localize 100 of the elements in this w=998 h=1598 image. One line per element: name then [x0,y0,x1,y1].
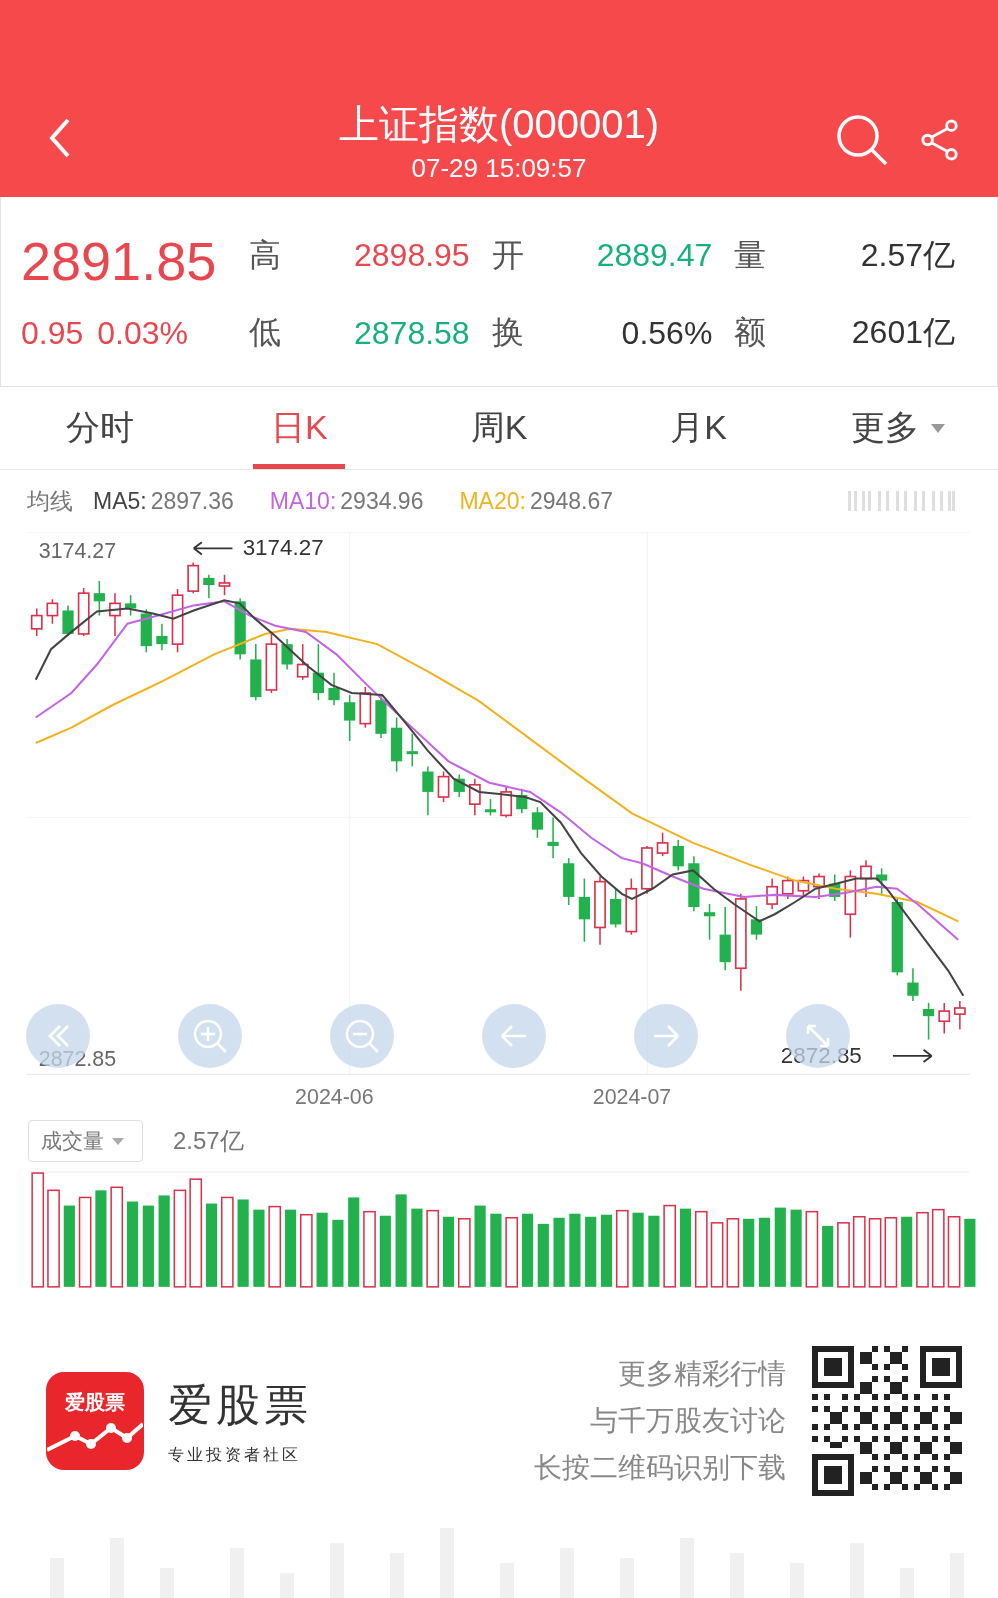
volume-bar [585,1216,597,1287]
stat-label: 量 [733,235,768,275]
app-icon-text: 爱股票 [65,1389,125,1415]
app-name: 爱股票 [168,1379,312,1431]
candlestick [422,765,434,817]
candlestick [531,806,544,839]
candlestick [688,855,700,912]
share-icon[interactable] [920,119,960,161]
candlestick [594,875,606,946]
volume-bar [726,1218,740,1288]
indicator-dropdown[interactable]: 成交量 [28,1120,143,1162]
promo-text: 更多精彩行情 [618,1357,786,1391]
candlestick [344,694,356,742]
candlestick [218,574,231,596]
stat-label: 换 [490,313,525,353]
candlestick [813,872,825,900]
date-label: 2024-06 [295,1084,374,1109]
candlestick [187,561,200,594]
stat-value: 2889.47 [595,237,714,275]
candlestick [265,633,278,694]
price-change: 0.95 [21,314,84,352]
candlestick [203,574,215,599]
candlestick [829,873,841,902]
volume-value: 2.57亿 [173,1126,244,1156]
candlestick [953,1000,966,1031]
candlestick [93,580,105,617]
candlestick [328,671,340,707]
period-tab[interactable]: 日K [199,387,400,469]
back-icon[interactable] [48,118,72,158]
candlestick [766,877,779,910]
candlestick [234,597,246,661]
date-label: 2024-07 [592,1084,672,1109]
candlestick [62,604,74,637]
promo-text: 长按二维码识别下载 [534,1451,786,1485]
candlestick [844,869,857,939]
ma-name: MA20: [459,487,526,515]
ma-value: 2897.36 [150,487,234,515]
candlestick [876,867,888,895]
right-arrow-marker [892,1048,933,1063]
candlestick [77,587,90,637]
promo-text: 与千万股友讨论 [590,1404,786,1438]
search-icon[interactable] [836,114,888,166]
candlestick [923,1002,935,1041]
volume-bar [868,1218,882,1288]
candlestick [907,967,919,1002]
candlestick [484,798,497,817]
volume-bar [537,1223,549,1287]
period-tab[interactable]: 周K [399,387,599,469]
candlestick [703,903,716,941]
candlestick [359,686,372,729]
stat-label: 低 [248,313,282,353]
candlestick [156,622,168,651]
candlestick [312,643,324,701]
candlestick [281,638,293,671]
stat-label: 开 [490,235,525,275]
stat-label: 额 [733,313,768,353]
stat-value: 2.57亿 [859,235,956,275]
candlestick [250,643,262,701]
period-tab[interactable]: 更多 [798,387,998,469]
volume-bar [822,1225,834,1287]
candlestick [797,875,810,898]
current-price: 2891.85 [21,229,218,292]
volume-bar [743,1218,755,1287]
candlestick [563,857,575,906]
stat-value: 0.56% [620,314,714,352]
volume-bar [648,1215,660,1287]
volume-bar [837,1222,850,1288]
candlestick [468,777,481,817]
candlestick [140,608,152,654]
candlestick [46,598,59,625]
percent-change: 0.03% [97,314,188,352]
candlestick [375,694,387,739]
volume-bar [457,1218,471,1288]
candlestick [453,773,465,798]
candlestick [610,888,622,929]
ma-name: MA10: [269,487,337,515]
candlestick [391,716,403,773]
volume-bar [710,1222,724,1288]
period-tab[interactable]: 分时 [0,387,200,469]
volume-bar [505,1217,519,1288]
min-price-marker: 2872.85 [780,1043,862,1069]
candlestick [30,607,43,637]
ma-name: MA5: [93,487,147,515]
candlestick [109,592,121,637]
volume-bar [758,1217,771,1287]
candlestick [296,643,309,681]
ma-value: 2948.67 [529,487,614,515]
update-time: 07-29 15:09:57 [411,152,587,185]
candlestick [656,831,669,857]
candlestick [547,816,559,859]
volume-bar [553,1217,565,1287]
candlestick [641,845,653,895]
max-price-marker: 3174.27 [242,535,324,561]
period-tab[interactable]: 月K [598,387,799,469]
candlestick [750,905,763,941]
volume-bar [884,1217,898,1288]
stat-label: 高 [248,235,282,275]
candlestick [171,588,184,654]
volume-bar [947,1216,961,1288]
candlestick [625,877,638,936]
